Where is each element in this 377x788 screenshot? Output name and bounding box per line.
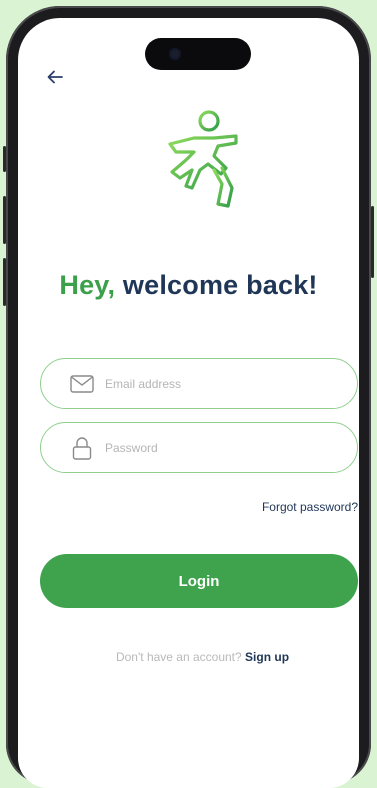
lock-icon: [69, 435, 95, 461]
heading-welcome-back: welcome back!: [122, 270, 318, 300]
signup-prompt-text: Don't have an account?: [115, 650, 242, 664]
camera-icon: [169, 48, 181, 60]
welcome-heading: Hey, welcome back!: [18, 270, 359, 301]
phone-side-button: [3, 196, 6, 244]
email-input[interactable]: [105, 376, 325, 391]
phone-side-button: [3, 258, 6, 306]
phone-frame: Hey, welcome back! Forgot password?: [3, 6, 374, 788]
signup-prompt-line: Don't have an account? Sign up: [18, 650, 359, 664]
dynamic-island: [145, 38, 251, 70]
password-field[interactable]: [40, 422, 358, 473]
signup-link[interactable]: Sign up: [245, 650, 289, 664]
back-button[interactable]: [42, 64, 68, 90]
email-field[interactable]: [40, 358, 358, 409]
app-screen: Hey, welcome back! Forgot password?: [18, 18, 359, 788]
envelope-icon: [69, 371, 95, 397]
forgot-password-link[interactable]: Forgot password?: [262, 500, 358, 514]
arrow-left-icon: [47, 70, 63, 84]
app-logo: [156, 108, 240, 212]
login-button[interactable]: Login: [40, 554, 358, 608]
heading-hey: Hey,: [59, 270, 116, 300]
phone-side-button: [3, 146, 6, 172]
password-input[interactable]: [105, 440, 325, 455]
phone-side-button: [371, 206, 374, 278]
running-person-logo: [168, 110, 238, 208]
